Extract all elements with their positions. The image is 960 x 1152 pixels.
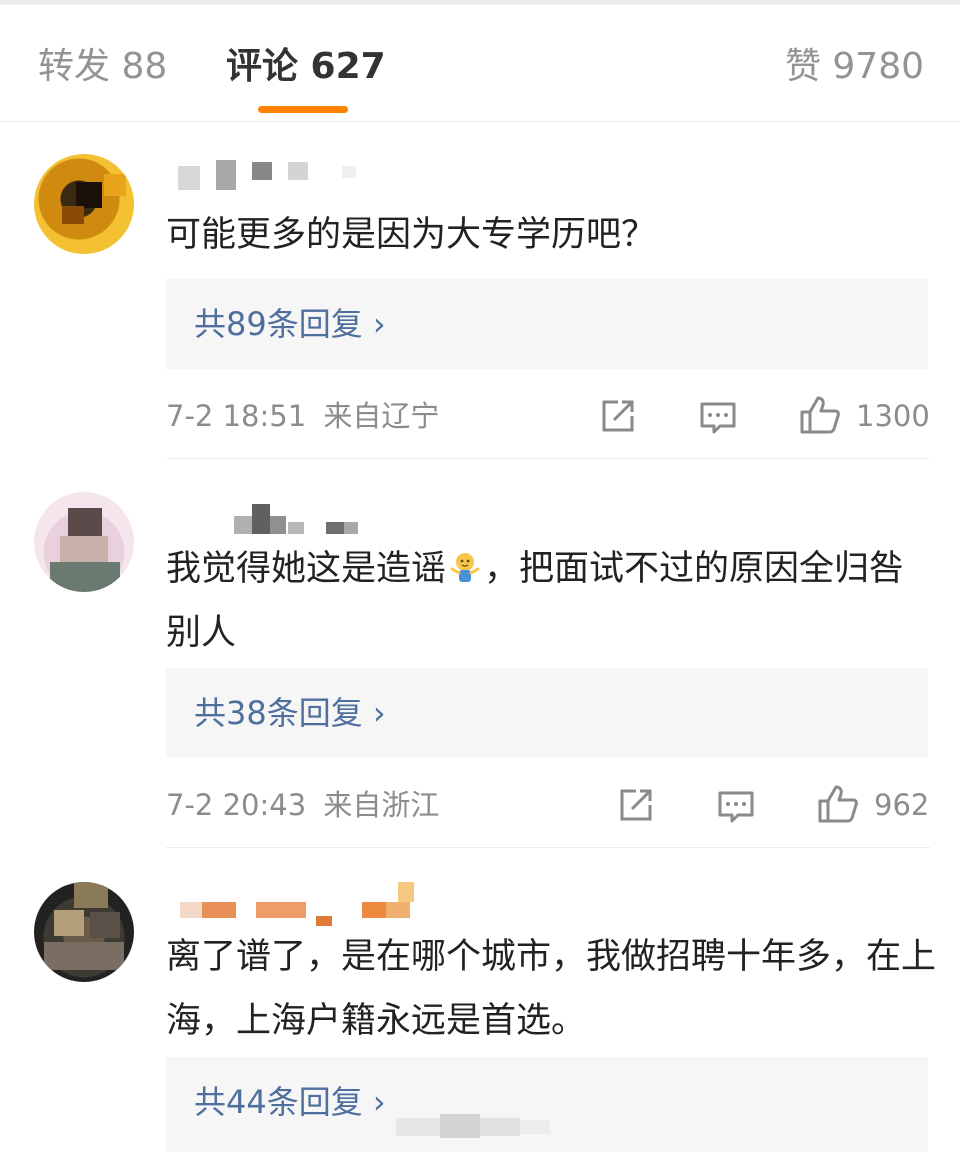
timestamp: 7-2 18:51 (166, 399, 307, 433)
username-redacted[interactable] (166, 882, 466, 926)
tab-comments[interactable]: 评论 627 (226, 41, 386, 93)
shrug-emoji (448, 541, 482, 582)
location: 来自辽宁 (323, 399, 440, 433)
repost-icon[interactable] (614, 783, 658, 827)
active-tab-indicator (258, 106, 348, 113)
like-icon[interactable] (798, 392, 842, 436)
avatar[interactable] (34, 882, 134, 982)
repost-icon[interactable] (596, 394, 640, 438)
comment-meta: 7-2 20:43 来自浙江 (166, 785, 439, 825)
avatar[interactable] (34, 492, 134, 592)
comment-icon[interactable] (696, 396, 740, 440)
tab-likes[interactable]: 赞 9780 (785, 41, 924, 93)
like-count: 1300 (856, 399, 930, 433)
blurred-overlay (396, 1108, 556, 1144)
replies-label: 共89条回复 › (194, 305, 386, 343)
comment-text: 我觉得她这是造谣 ，把面试不过的原因全归咎别人 (166, 537, 936, 665)
divider (166, 847, 930, 848)
replies-link[interactable]: 共38条回复 › (166, 668, 928, 758)
tab-bar: 转发 88 评论 627 赞 9780 (0, 5, 960, 122)
username-redacted[interactable] (166, 500, 466, 534)
comment-icon[interactable] (714, 785, 758, 829)
comment-meta: 7-2 18:51 来自辽宁 (166, 396, 439, 436)
username-redacted[interactable] (166, 160, 466, 190)
comment-text: 离了谱了，是在哪个城市，我做招聘十年多，在上海，上海户籍永远是首选。 (166, 937, 937, 1041)
location: 来自浙江 (323, 788, 440, 822)
like-count: 962 (874, 788, 930, 822)
timestamp: 7-2 20:43 (166, 788, 307, 822)
avatar[interactable] (34, 154, 134, 254)
like-icon[interactable] (816, 781, 860, 825)
comment-text-part: 我觉得她这是造谣 (166, 549, 447, 589)
comment-text: 可能更多的是因为大专学历吧？ (166, 215, 657, 255)
replies-label: 共38条回复 › (194, 694, 386, 732)
replies-label: 共44条回复 › (194, 1083, 386, 1121)
tab-repost[interactable]: 转发 88 (38, 41, 167, 93)
replies-link[interactable]: 共89条回复 › (166, 279, 928, 369)
divider (166, 458, 930, 459)
